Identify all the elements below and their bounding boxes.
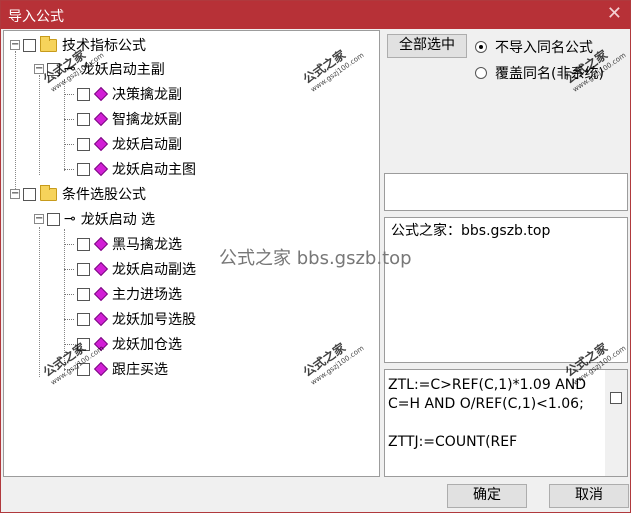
ok-button[interactable]: 确定	[447, 484, 527, 508]
tree-branch	[64, 93, 74, 95]
node-checkbox[interactable]	[77, 87, 90, 101]
tree-leaf[interactable]: 决策擒龙副	[64, 83, 182, 105]
select-all-button[interactable]: 全部选中	[387, 34, 467, 58]
tree-guide-line	[15, 51, 16, 191]
node-label: 龙妖加仓选	[112, 337, 182, 353]
tree-leaf[interactable]: 龙妖启动副选	[64, 258, 196, 280]
tree-branch	[64, 318, 74, 320]
tree-branch	[64, 143, 74, 145]
collapse-icon[interactable]: −	[34, 214, 44, 224]
node-label: 龙妖启动主图	[112, 162, 196, 178]
node-label: 主力进场选	[112, 287, 182, 303]
radio-selected-icon[interactable]	[475, 41, 487, 53]
tree-node-screening[interactable]: − 条件选股公式	[10, 183, 146, 205]
node-label: 黑马擒龙选	[112, 237, 182, 253]
tree-branch	[64, 268, 74, 270]
info-text: 公式之家：bbs.gszb.top	[391, 223, 551, 239]
node-checkbox[interactable]	[23, 38, 36, 52]
key-icon: ⊸	[64, 211, 76, 227]
description-field[interactable]	[384, 173, 628, 211]
formula-icon	[93, 161, 109, 177]
formula-icon	[93, 236, 109, 252]
node-checkbox[interactable]	[23, 187, 36, 201]
title-bar[interactable]: 导入公式 ✕	[1, 1, 630, 29]
collapse-icon[interactable]: −	[10, 189, 20, 199]
code-text: ZTL:=C>REF(C,1)*1.09 AND C=H AND O/REF(C…	[388, 377, 587, 450]
tree-branch	[64, 243, 74, 245]
close-icon[interactable]: ✕	[607, 3, 622, 24]
tree-leaf[interactable]: 龙妖启动主图	[64, 158, 196, 180]
node-checkbox[interactable]	[77, 162, 90, 176]
node-label: 龙妖启动 选	[80, 212, 156, 228]
cancel-button[interactable]: 取消	[549, 484, 629, 508]
node-checkbox[interactable]	[77, 237, 90, 251]
tree-branch	[64, 293, 74, 295]
dialog-title: 导入公式	[8, 9, 64, 25]
tree-branch	[64, 168, 74, 170]
formula-icon	[93, 261, 109, 277]
tree-leaf[interactable]: 智擒龙妖副	[64, 108, 182, 130]
node-checkbox[interactable]	[77, 262, 90, 276]
tree-guide-line	[39, 75, 40, 175]
info-panel[interactable]: 公式之家：bbs.gszb.top	[384, 217, 628, 363]
import-formula-dialog: 导入公式 ✕ − 技术指标公式 − ⊸ 龙妖启动主副 决策擒龙副 智擒龙妖副 龙…	[0, 0, 631, 513]
tree-leaf[interactable]: 主力进场选	[64, 283, 182, 305]
radio-no-import[interactable]: 不导入同名公式	[475, 37, 593, 57]
formula-icon	[93, 86, 109, 102]
formula-icon	[93, 111, 109, 127]
tree-guide-line	[39, 227, 40, 377]
folder-icon	[40, 35, 57, 52]
center-watermark: 公式之家 bbs.gszb.top	[219, 248, 412, 269]
node-label: 龙妖加号选股	[112, 312, 196, 328]
code-panel[interactable]: ZTL:=C>REF(C,1)*1.09 AND C=H AND O/REF(C…	[384, 369, 628, 477]
formula-icon	[93, 136, 109, 152]
formula-icon	[93, 286, 109, 302]
formula-icon	[93, 311, 109, 327]
node-checkbox[interactable]	[77, 287, 90, 301]
node-label: 智擒龙妖副	[112, 112, 182, 128]
node-label: 龙妖启动副选	[112, 262, 196, 278]
radio-no-import-label: 不导入同名公式	[495, 40, 593, 56]
tree-branch	[64, 118, 74, 120]
node-label: 决策擒龙副	[112, 87, 182, 103]
collapse-icon[interactable]: −	[10, 40, 20, 50]
node-label: 龙妖启动副	[112, 137, 182, 153]
radio-icon[interactable]	[475, 67, 487, 79]
folder-icon	[40, 184, 57, 201]
tree-leaf[interactable]: 龙妖启动副	[64, 133, 182, 155]
code-checkbox[interactable]	[610, 392, 622, 404]
node-label: 条件选股公式	[62, 187, 146, 203]
node-checkbox[interactable]	[77, 112, 90, 126]
code-scrollbar[interactable]	[605, 370, 627, 476]
tree-leaf[interactable]: 黑马擒龙选	[64, 233, 182, 255]
tree-leaf[interactable]: 龙妖加号选股	[64, 308, 196, 330]
node-checkbox[interactable]	[47, 212, 60, 226]
node-checkbox[interactable]	[77, 312, 90, 326]
formula-icon	[93, 361, 109, 377]
node-label: 跟庄买选	[112, 362, 168, 378]
tree-node-group[interactable]: − ⊸ 龙妖启动 选	[34, 208, 155, 230]
node-checkbox[interactable]	[77, 137, 90, 151]
